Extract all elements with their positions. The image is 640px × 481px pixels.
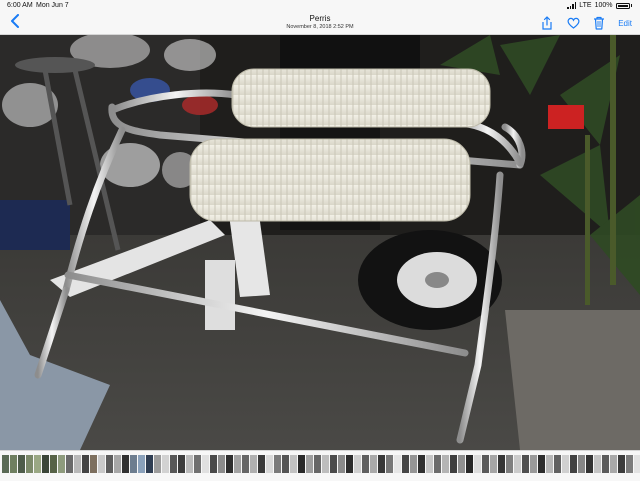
filmstrip-thumbnail[interactable] [82, 455, 89, 473]
edit-button[interactable]: Edit [618, 19, 632, 28]
filmstrip-thumbnail[interactable] [146, 455, 153, 473]
filmstrip-thumbnail[interactable] [602, 455, 609, 473]
filmstrip-thumbnail[interactable] [514, 455, 521, 473]
filmstrip-thumbnail[interactable] [466, 455, 473, 473]
filmstrip-thumbnail[interactable] [618, 455, 625, 473]
filmstrip-thumbnail[interactable] [242, 455, 249, 473]
filmstrip-thumbnail[interactable] [506, 455, 513, 473]
filmstrip-thumbnail[interactable] [266, 455, 273, 473]
filmstrip-thumbnail[interactable] [162, 455, 169, 473]
filmstrip-thumbnail[interactable] [2, 455, 9, 473]
filmstrip-thumbnail[interactable] [522, 455, 529, 473]
filmstrip-thumbnail[interactable] [202, 455, 209, 473]
photo-filmstrip[interactable] [0, 450, 640, 481]
heart-icon[interactable] [566, 16, 580, 30]
filmstrip-thumbnail[interactable] [298, 455, 305, 473]
navigation-bar: Perris November 8, 2018 2:52 PM Edit [0, 12, 640, 35]
filmstrip-thumbnail[interactable] [386, 455, 393, 473]
filmstrip-thumbnail[interactable] [322, 455, 329, 473]
filmstrip-thumbnail[interactable] [186, 455, 193, 473]
filmstrip-thumbnail[interactable] [34, 455, 41, 473]
battery-cap [630, 4, 632, 7]
filmstrip-thumbnail[interactable] [122, 455, 129, 473]
filmstrip-thumbnail[interactable] [250, 455, 257, 473]
carrier-label: LTE [579, 2, 592, 9]
filmstrip-thumbnail[interactable] [538, 455, 545, 473]
filmstrip-thumbnail[interactable] [226, 455, 233, 473]
filmstrip-thumbnail[interactable] [450, 455, 457, 473]
thumbnail-row [2, 455, 640, 473]
filmstrip-thumbnail[interactable] [58, 455, 65, 473]
filmstrip-thumbnail[interactable] [282, 455, 289, 473]
filmstrip-thumbnail[interactable] [410, 455, 417, 473]
filmstrip-thumbnail[interactable] [578, 455, 585, 473]
filmstrip-thumbnail[interactable] [18, 455, 25, 473]
filmstrip-thumbnail[interactable] [402, 455, 409, 473]
share-icon[interactable] [540, 16, 554, 30]
filmstrip-thumbnail[interactable] [338, 455, 345, 473]
status-right: LTE 100% [567, 2, 632, 9]
trash-icon[interactable] [592, 16, 606, 30]
filmstrip-thumbnail[interactable] [314, 455, 321, 473]
filmstrip-thumbnail[interactable] [170, 455, 177, 473]
filmstrip-thumbnail[interactable] [98, 455, 105, 473]
filmstrip-thumbnail[interactable] [570, 455, 577, 473]
filmstrip-thumbnail[interactable] [474, 455, 481, 473]
filmstrip-thumbnail[interactable] [610, 455, 617, 473]
filmstrip-thumbnail[interactable] [274, 455, 281, 473]
battery-icon [615, 2, 630, 9]
filmstrip-thumbnail[interactable] [114, 455, 121, 473]
status-time: 6:00 AM [7, 2, 33, 9]
filmstrip-thumbnail[interactable] [90, 455, 97, 473]
filmstrip-thumbnail[interactable] [10, 455, 17, 473]
filmstrip-thumbnail[interactable] [26, 455, 33, 473]
status-bar: 6:00 AM Mon Jun 7 LTE 100% [0, 0, 640, 12]
filmstrip-thumbnail[interactable] [178, 455, 185, 473]
filmstrip-thumbnail[interactable] [210, 455, 217, 473]
filmstrip-thumbnail[interactable] [66, 455, 73, 473]
filmstrip-thumbnail[interactable] [290, 455, 297, 473]
status-date: Mon Jun 7 [36, 2, 69, 9]
filmstrip-thumbnail[interactable] [258, 455, 265, 473]
filmstrip-thumbnail[interactable] [634, 455, 640, 473]
filmstrip-thumbnail[interactable] [138, 455, 145, 473]
filmstrip-thumbnail[interactable] [426, 455, 433, 473]
filmstrip-thumbnail[interactable] [554, 455, 561, 473]
filmstrip-thumbnail[interactable] [74, 455, 81, 473]
nav-actions: Edit [540, 16, 632, 30]
filmstrip-thumbnail[interactable] [594, 455, 601, 473]
photo-image [0, 35, 640, 450]
filmstrip-thumbnail[interactable] [106, 455, 113, 473]
filmstrip-thumbnail[interactable] [586, 455, 593, 473]
filmstrip-thumbnail[interactable] [194, 455, 201, 473]
filmstrip-thumbnail[interactable] [130, 455, 137, 473]
filmstrip-thumbnail[interactable] [490, 455, 497, 473]
filmstrip-thumbnail[interactable] [362, 455, 369, 473]
filmstrip-thumbnail[interactable] [530, 455, 537, 473]
filmstrip-thumbnail[interactable] [330, 455, 337, 473]
filmstrip-thumbnail[interactable] [234, 455, 241, 473]
filmstrip-thumbnail[interactable] [154, 455, 161, 473]
filmstrip-thumbnail[interactable] [50, 455, 57, 473]
filmstrip-thumbnail[interactable] [546, 455, 553, 473]
filmstrip-thumbnail[interactable] [378, 455, 385, 473]
filmstrip-thumbnail[interactable] [370, 455, 377, 473]
filmstrip-thumbnail[interactable] [434, 455, 441, 473]
filmstrip-thumbnail[interactable] [354, 455, 361, 473]
filmstrip-thumbnail[interactable] [42, 455, 49, 473]
filmstrip-thumbnail[interactable] [394, 455, 401, 473]
filmstrip-thumbnail[interactable] [482, 455, 489, 473]
filmstrip-thumbnail[interactable] [626, 455, 633, 473]
filmstrip-thumbnail[interactable] [218, 455, 225, 473]
filmstrip-thumbnail[interactable] [306, 455, 313, 473]
photo-viewer[interactable] [0, 35, 640, 450]
filmstrip-thumbnail[interactable] [442, 455, 449, 473]
battery-percent: 100% [594, 2, 613, 9]
filmstrip-thumbnail[interactable] [498, 455, 505, 473]
filmstrip-thumbnail[interactable] [418, 455, 425, 473]
filmstrip-thumbnail[interactable] [346, 455, 353, 473]
filmstrip-thumbnail[interactable] [458, 455, 465, 473]
signal-icon [567, 2, 577, 9]
filmstrip-thumbnail[interactable] [562, 455, 569, 473]
